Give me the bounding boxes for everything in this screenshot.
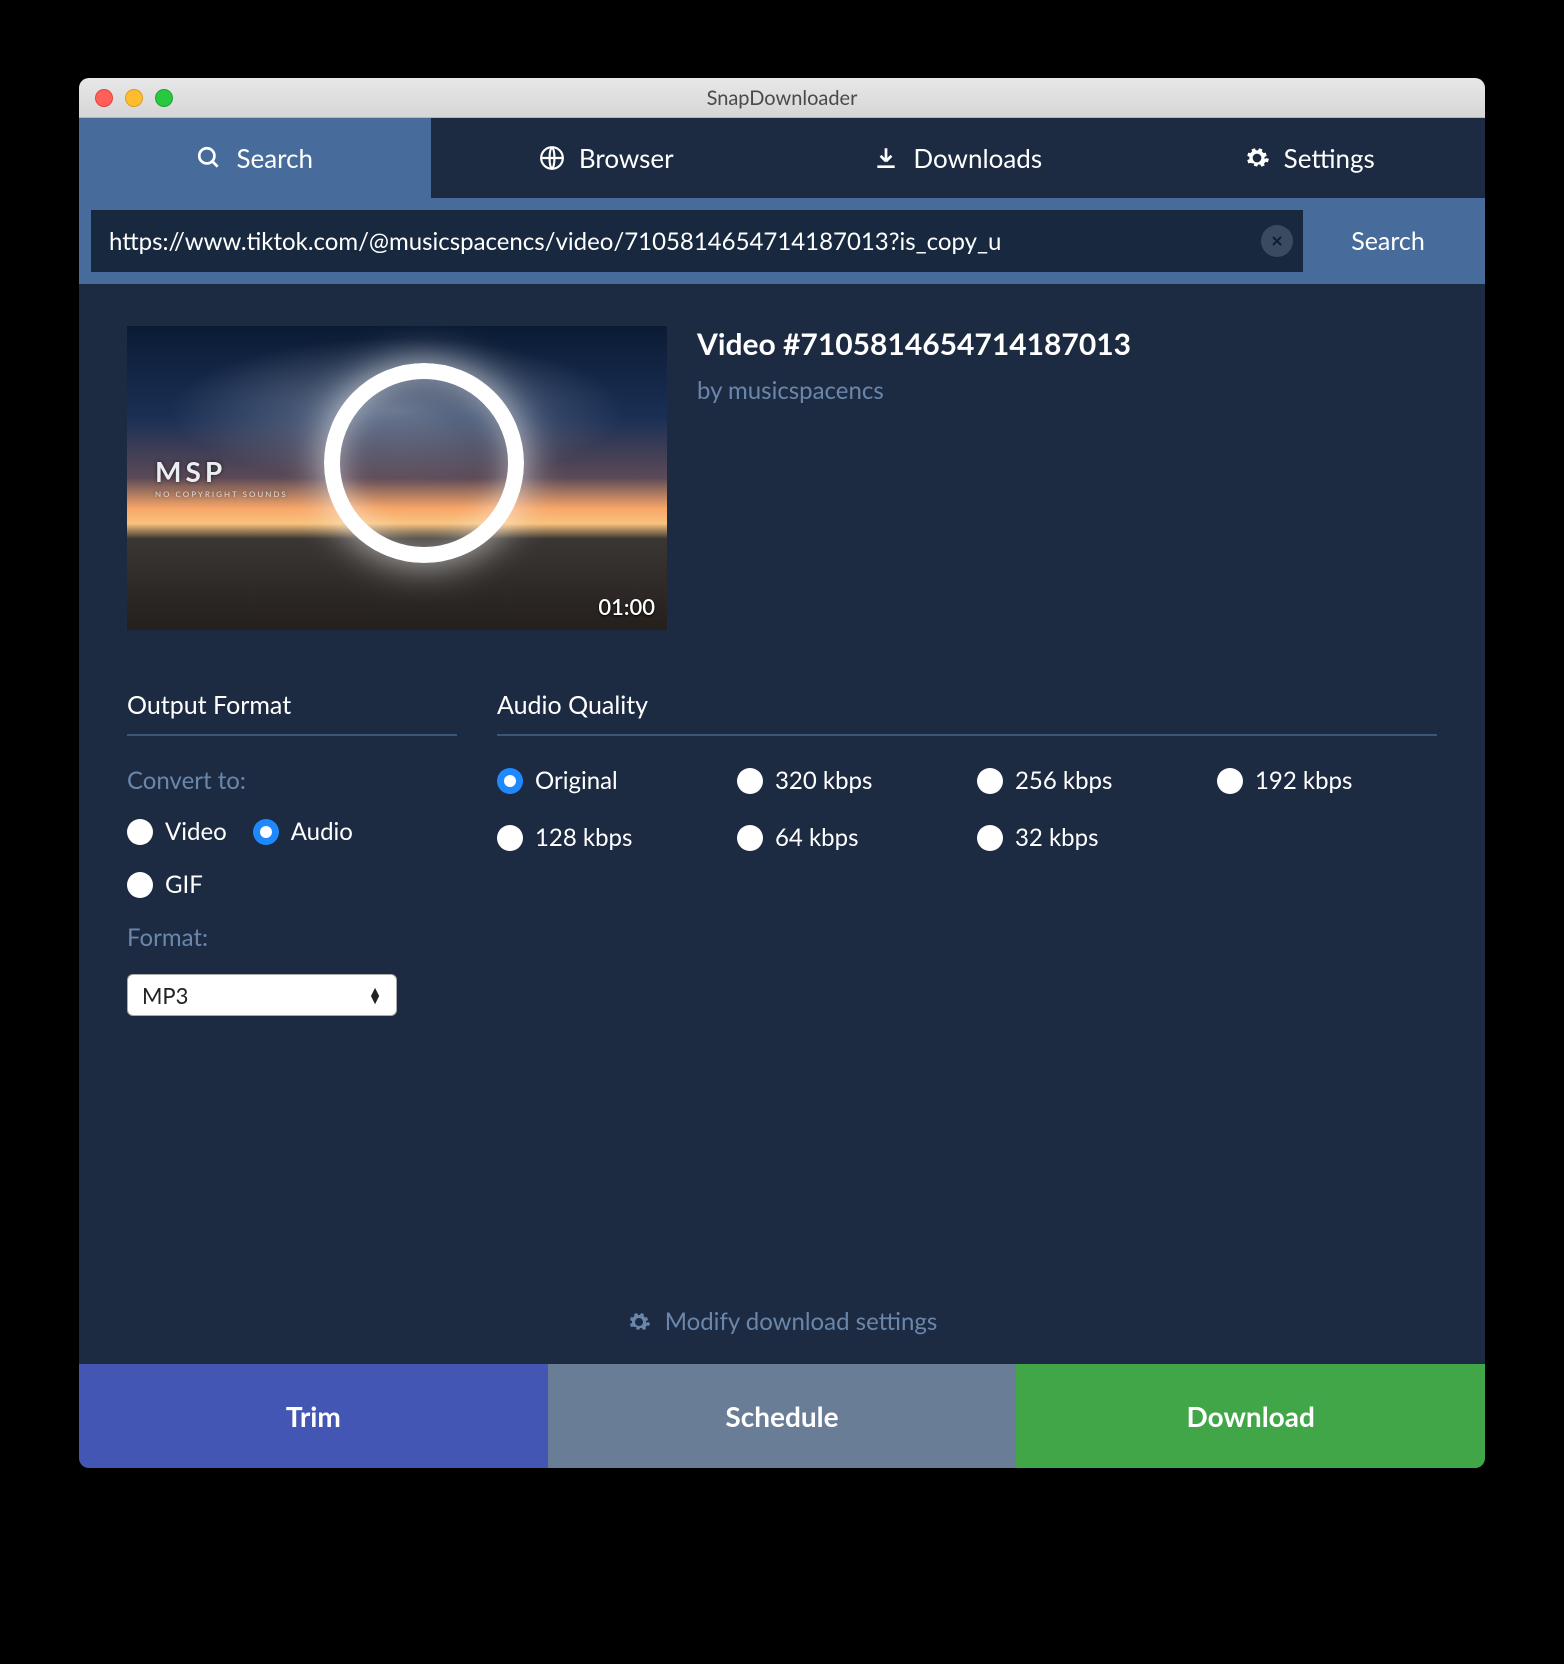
- video-duration: 01:00: [598, 593, 655, 620]
- search-icon: [196, 145, 222, 171]
- audio-quality-panel: Audio Quality Original 320 kbps 256 kbps…: [497, 690, 1437, 1016]
- tab-downloads[interactable]: Downloads: [782, 118, 1134, 198]
- gear-icon: [627, 1310, 651, 1334]
- tab-settings[interactable]: Settings: [1134, 118, 1486, 198]
- thumbnail-ring-graphic: [324, 363, 524, 563]
- minimize-window-button[interactable]: [125, 89, 143, 107]
- bottom-action-bar: Trim Schedule Download: [79, 1364, 1485, 1468]
- app-window: SnapDownloader Search Browser Downloads …: [79, 78, 1485, 1468]
- output-format-panel: Output Format Convert to: Video Audio GI…: [127, 690, 457, 1016]
- search-row: Search: [79, 198, 1485, 284]
- tab-label: Search: [236, 142, 313, 174]
- thumbnail-logo: MSP NO COPYRIGHT SOUNDS: [155, 454, 288, 499]
- radio-quality-320[interactable]: 320 kbps: [737, 766, 957, 795]
- tab-browser[interactable]: Browser: [431, 118, 783, 198]
- titlebar: SnapDownloader: [79, 78, 1485, 118]
- window-controls: [79, 89, 173, 107]
- radio-video[interactable]: Video: [127, 817, 227, 846]
- trim-button[interactable]: Trim: [79, 1364, 548, 1468]
- window-title: SnapDownloader: [79, 86, 1485, 110]
- tab-search[interactable]: Search: [79, 118, 431, 198]
- output-format-heading: Output Format: [127, 690, 457, 736]
- audio-quality-heading: Audio Quality: [497, 690, 1437, 736]
- select-arrows-icon: ▲▼: [368, 987, 382, 1003]
- main-tabs: Search Browser Downloads Settings: [79, 118, 1485, 198]
- tab-label: Downloads: [913, 142, 1042, 174]
- radio-quality-original[interactable]: Original: [497, 766, 717, 795]
- content-area: MSP NO COPYRIGHT SOUNDS 01:00 Video #710…: [79, 284, 1485, 1364]
- video-info-row: MSP NO COPYRIGHT SOUNDS 01:00 Video #710…: [127, 326, 1437, 630]
- format-select[interactable]: MP3 ▲▼: [127, 974, 397, 1016]
- radio-audio[interactable]: Audio: [253, 817, 353, 846]
- download-icon: [873, 145, 899, 171]
- video-title: Video #7105814654714187013: [697, 326, 1131, 362]
- format-select-value: MP3: [142, 982, 188, 1009]
- convert-type-group-2: GIF: [127, 870, 457, 899]
- tab-label: Browser: [579, 142, 674, 174]
- search-button[interactable]: Search: [1303, 210, 1473, 272]
- clear-input-button[interactable]: [1261, 225, 1293, 257]
- radio-quality-32[interactable]: 32 kbps: [977, 823, 1197, 852]
- tab-label: Settings: [1284, 142, 1375, 174]
- download-button[interactable]: Download: [1016, 1364, 1485, 1468]
- radio-quality-256[interactable]: 256 kbps: [977, 766, 1197, 795]
- video-meta: Video #7105814654714187013 by musicspace…: [697, 326, 1131, 630]
- radio-gif[interactable]: GIF: [127, 870, 203, 899]
- radio-quality-64[interactable]: 64 kbps: [737, 823, 957, 852]
- maximize-window-button[interactable]: [155, 89, 173, 107]
- close-window-button[interactable]: [95, 89, 113, 107]
- options-row: Output Format Convert to: Video Audio GI…: [127, 690, 1437, 1016]
- gear-icon: [1244, 145, 1270, 171]
- format-label: Format:: [127, 923, 457, 952]
- audio-quality-group: Original 320 kbps 256 kbps 192 kbps 128 …: [497, 766, 1437, 852]
- video-thumbnail[interactable]: MSP NO COPYRIGHT SOUNDS 01:00: [127, 326, 667, 630]
- modify-settings-label: Modify download settings: [665, 1307, 938, 1336]
- video-author: by musicspacencs: [697, 376, 1131, 405]
- modify-download-settings[interactable]: Modify download settings: [79, 1307, 1485, 1336]
- url-input[interactable]: [109, 227, 1249, 256]
- convert-type-group: Video Audio: [127, 817, 457, 846]
- convert-to-label: Convert to:: [127, 766, 457, 795]
- schedule-button[interactable]: Schedule: [548, 1364, 1017, 1468]
- url-input-container: [91, 210, 1303, 272]
- radio-quality-192[interactable]: 192 kbps: [1217, 766, 1437, 795]
- globe-icon: [539, 145, 565, 171]
- radio-quality-128[interactable]: 128 kbps: [497, 823, 717, 852]
